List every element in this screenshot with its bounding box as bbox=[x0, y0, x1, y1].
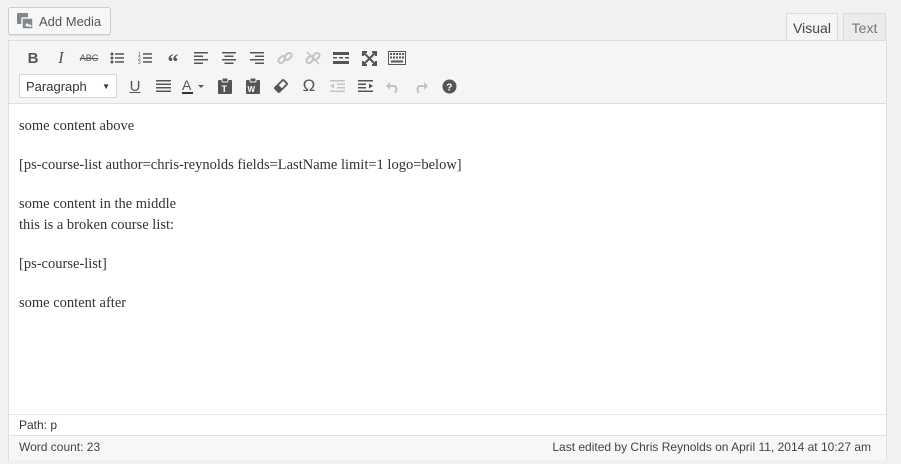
tab-text[interactable]: Text bbox=[843, 13, 886, 41]
content-paragraph: some content after bbox=[19, 295, 127, 311]
paste-word-icon[interactable]: W bbox=[239, 73, 267, 99]
word-count: Word count: 23 bbox=[19, 440, 101, 454]
content-paragraph: [ps-course-list author=chris-reynolds fi… bbox=[19, 157, 462, 173]
toolbar-row-1: B I ABC 123 “ bbox=[19, 45, 411, 74]
strikethrough-icon[interactable]: ABC bbox=[75, 45, 103, 71]
underline-icon[interactable]: U bbox=[121, 73, 149, 99]
unlink-icon[interactable] bbox=[299, 45, 327, 71]
indent-icon[interactable] bbox=[351, 73, 379, 99]
add-media-button[interactable]: Add Media bbox=[8, 7, 111, 35]
tab-visual[interactable]: Visual bbox=[786, 13, 838, 41]
align-left-icon[interactable] bbox=[187, 45, 215, 71]
undo-icon[interactable] bbox=[379, 73, 407, 99]
svg-text:W: W bbox=[248, 85, 256, 94]
link-icon[interactable] bbox=[271, 45, 299, 71]
redo-icon[interactable] bbox=[407, 73, 435, 99]
element-path: Path: p bbox=[9, 414, 886, 435]
help-icon[interactable]: ? bbox=[435, 73, 463, 99]
content-paragraph: some content in the middle bbox=[19, 196, 177, 212]
special-character-icon[interactable]: Ω bbox=[295, 73, 323, 99]
content-paragraph: this is a broken course list: bbox=[19, 217, 175, 233]
editor-toolbar: B I ABC 123 “ Paragraph ▼ U A T W Ω ? bbox=[9, 41, 886, 104]
format-select-value: Paragraph bbox=[26, 78, 87, 94]
blockquote-icon[interactable]: “ bbox=[159, 45, 187, 74]
svg-text:3: 3 bbox=[138, 60, 141, 64]
chevron-down-icon: ▼ bbox=[102, 81, 110, 91]
svg-text:A: A bbox=[182, 78, 192, 93]
content-paragraph: [ps-course-list] bbox=[19, 256, 107, 272]
media-icon bbox=[16, 12, 34, 30]
svg-text:?: ? bbox=[446, 82, 452, 93]
numbered-list-icon[interactable]: 123 bbox=[131, 45, 159, 71]
italic-icon[interactable]: I bbox=[47, 45, 75, 71]
last-edited: Last edited by Chris Reynolds on April 1… bbox=[552, 440, 871, 454]
add-media-label: Add Media bbox=[39, 13, 102, 29]
fullscreen-icon[interactable] bbox=[355, 45, 383, 71]
text-color-icon[interactable]: A bbox=[177, 73, 211, 99]
editor-content[interactable]: some content above [ps-course-list autho… bbox=[9, 105, 886, 414]
svg-text:T: T bbox=[222, 84, 228, 94]
toolbar-row-2: Paragraph ▼ U A T W Ω ? bbox=[19, 73, 463, 99]
paste-text-icon[interactable]: T bbox=[211, 73, 239, 99]
toolbar-toggle-icon[interactable] bbox=[383, 45, 411, 71]
align-right-icon[interactable] bbox=[243, 45, 271, 71]
editor: B I ABC 123 “ Paragraph ▼ U A T W Ω ? so… bbox=[8, 40, 887, 460]
outdent-icon[interactable] bbox=[323, 73, 351, 99]
justify-icon[interactable] bbox=[149, 73, 177, 99]
align-center-icon[interactable] bbox=[215, 45, 243, 71]
read-more-icon[interactable] bbox=[327, 45, 355, 71]
clear-formatting-icon[interactable] bbox=[267, 73, 295, 99]
content-paragraph: some content above bbox=[19, 118, 135, 134]
status-bar: Word count: 23 Last edited by Chris Reyn… bbox=[9, 435, 886, 460]
format-select[interactable]: Paragraph ▼ bbox=[19, 74, 117, 98]
bullet-list-icon[interactable] bbox=[103, 45, 131, 71]
bold-icon[interactable]: B bbox=[19, 45, 47, 71]
